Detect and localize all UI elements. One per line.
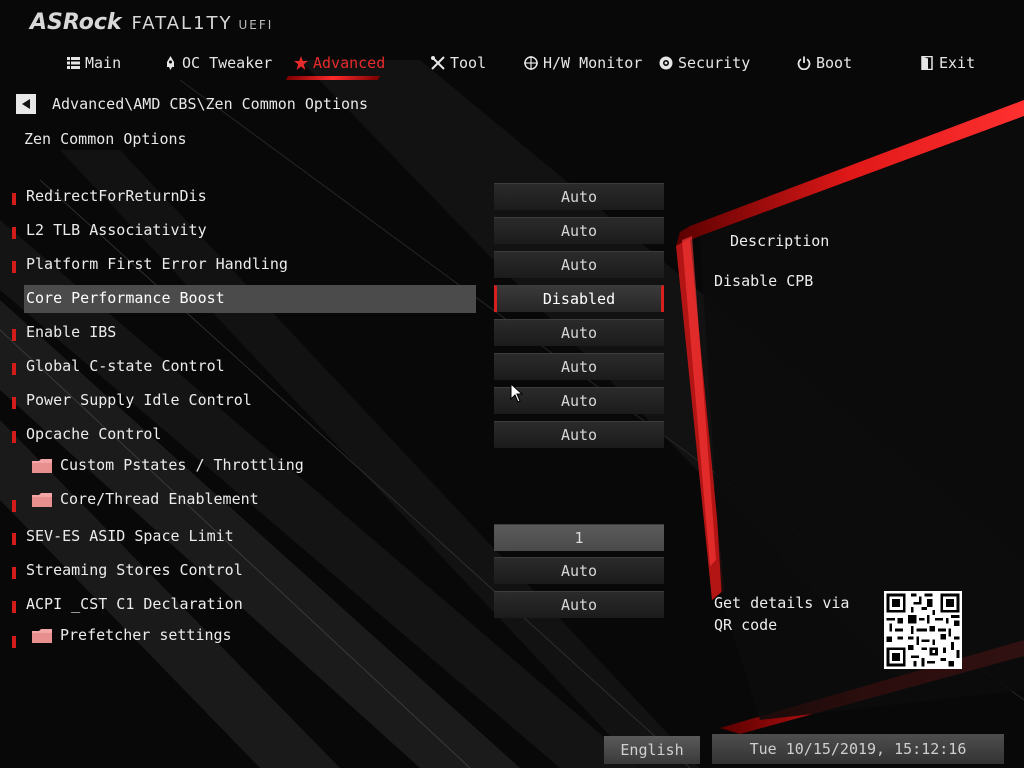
page-title: Zen Common Options — [24, 130, 187, 148]
setting-row-platform-first-error-handling[interactable]: Platform First Error Handling Auto — [0, 251, 670, 279]
tab-main[interactable]: Main — [66, 48, 121, 78]
setting-value-button[interactable]: Auto — [494, 319, 664, 346]
row-marker — [12, 261, 16, 273]
setting-value-button[interactable]: Auto — [494, 251, 664, 278]
description-text: Disable CPB — [714, 272, 814, 290]
submenu-label: Prefetcher settings — [60, 626, 232, 644]
row-marker — [12, 500, 16, 512]
tools-icon — [431, 56, 445, 70]
product-text: FATAL1TY — [131, 13, 233, 34]
setting-label: ACPI _CST C1 Declaration — [26, 595, 243, 613]
tab-tool[interactable]: Tool — [431, 48, 486, 78]
setting-label: Opcache Control — [26, 425, 162, 443]
setting-label: Core Performance Boost — [26, 289, 225, 307]
row-marker — [12, 533, 16, 545]
crosshair-icon — [524, 56, 538, 70]
setting-value-button[interactable]: Auto — [494, 183, 664, 210]
row-marker — [12, 363, 16, 375]
row-marker — [12, 193, 16, 205]
uefi-text: UEFI — [238, 18, 274, 32]
submenu-label: Custom Pstates / Throttling — [60, 456, 304, 474]
tab-label: Boot — [816, 54, 853, 72]
setting-row-global-c-state-control[interactable]: Global C-state Control Auto — [0, 353, 670, 381]
setting-row-opcache-control[interactable]: Opcache Control Auto — [0, 421, 670, 449]
tab-label: H/W Monitor — [543, 54, 643, 72]
setting-label: Power Supply Idle Control — [26, 391, 252, 409]
row-marker — [12, 329, 16, 341]
description-title: Description — [730, 232, 830, 250]
exit-door-icon — [920, 56, 934, 70]
power-icon — [797, 56, 811, 70]
setting-value-button[interactable]: Auto — [494, 353, 664, 380]
setting-row-acpi-cst-c1-declaration[interactable]: ACPI _CST C1 Declaration Auto — [0, 591, 670, 619]
tab-security[interactable]: Security — [659, 48, 750, 78]
tab-label: Tool — [450, 54, 487, 72]
tab-hw-monitor[interactable]: H/W Monitor — [524, 48, 642, 78]
setting-label: RedirectForReturnDis — [26, 187, 207, 205]
list-icon — [66, 56, 80, 70]
setting-row-power-supply-idle-control[interactable]: Power Supply Idle Control Auto — [0, 387, 670, 415]
tab-oc-tweaker[interactable]: OC Tweaker — [163, 48, 272, 78]
mouse-cursor-icon — [510, 383, 524, 403]
setting-row-redirectforreturndis[interactable]: RedirectForReturnDis Auto — [0, 183, 670, 211]
setting-label: Platform First Error Handling — [26, 255, 288, 273]
setting-label: SEV-ES ASID Space Limit — [26, 527, 234, 545]
brand-text: ASRock — [30, 10, 122, 35]
row-marker — [12, 601, 16, 613]
setting-row-streaming-stores-control[interactable]: Streaming Stores Control Auto — [0, 557, 670, 585]
arrow-left-icon — [22, 99, 30, 109]
shield-icon — [659, 56, 673, 70]
row-marker — [12, 227, 16, 239]
tab-exit[interactable]: Exit — [920, 48, 975, 78]
row-marker — [12, 431, 16, 443]
star-icon — [294, 56, 308, 70]
setting-value-button[interactable]: Disabled — [494, 285, 664, 312]
folder-icon — [32, 493, 52, 507]
setting-label: Streaming Stores Control — [26, 561, 243, 579]
folder-icon — [32, 629, 52, 643]
setting-value-button[interactable]: Auto — [494, 557, 664, 584]
setting-row-l2-tlb-associativity[interactable]: L2 TLB Associativity Auto — [0, 217, 670, 245]
submenu-custom-pstates-throttling[interactable]: Custom Pstates / Throttling — [0, 452, 670, 480]
setting-label: Enable IBS — [26, 323, 117, 341]
tab-label: Main — [85, 54, 122, 72]
tab-label: Advanced — [313, 54, 386, 72]
rocket-icon — [163, 56, 177, 70]
setting-row-core-performance-boost[interactable]: Core Performance Boost Disabled — [0, 285, 670, 313]
setting-label: L2 TLB Associativity — [26, 221, 207, 239]
breadcrumb: Advanced\AMD CBS\Zen Common Options — [16, 94, 368, 114]
row-marker — [12, 567, 16, 579]
top-nav: Main OC Tweaker Advanced Tool H/W Monito… — [0, 48, 1024, 78]
submenu-label: Core/Thread Enablement — [60, 490, 259, 508]
qr-code-icon — [884, 591, 962, 669]
tab-advanced[interactable]: Advanced — [294, 48, 385, 78]
setting-value-button[interactable]: Auto — [494, 421, 664, 448]
tab-label: OC Tweaker — [182, 54, 273, 72]
submenu-core-thread-enablement[interactable]: Core/Thread Enablement — [0, 486, 670, 514]
tab-boot[interactable]: Boot — [797, 48, 852, 78]
tab-label: Security — [678, 54, 751, 72]
datetime-display: Tue 10/15/2019, 15:12:16 — [712, 734, 1004, 764]
breadcrumb-path: Advanced\AMD CBS\Zen Common Options — [52, 95, 369, 113]
setting-row-enable-ibs[interactable]: Enable IBS Auto — [0, 319, 670, 347]
row-marker — [12, 397, 16, 409]
qr-caption: Get details via QR code — [714, 594, 850, 634]
setting-value-button[interactable]: Auto — [494, 217, 664, 244]
row-marker — [12, 636, 16, 648]
folder-icon — [32, 459, 52, 473]
active-tab-indicator — [285, 76, 381, 80]
setting-label: Global C-state Control — [26, 357, 225, 375]
setting-value-input[interactable]: 1 — [494, 524, 664, 551]
language-button[interactable]: English — [604, 736, 700, 764]
setting-row-sev-es-asid-space-limit[interactable]: SEV-ES ASID Space Limit 1 — [0, 523, 670, 551]
submenu-prefetcher-settings[interactable]: Prefetcher settings — [0, 622, 670, 650]
asrock-logo: ASRock FATAL1TY UEFI — [30, 10, 273, 38]
setting-value-button[interactable]: Auto — [494, 591, 664, 618]
back-button[interactable] — [16, 94, 36, 114]
tab-label: Exit — [939, 54, 976, 72]
